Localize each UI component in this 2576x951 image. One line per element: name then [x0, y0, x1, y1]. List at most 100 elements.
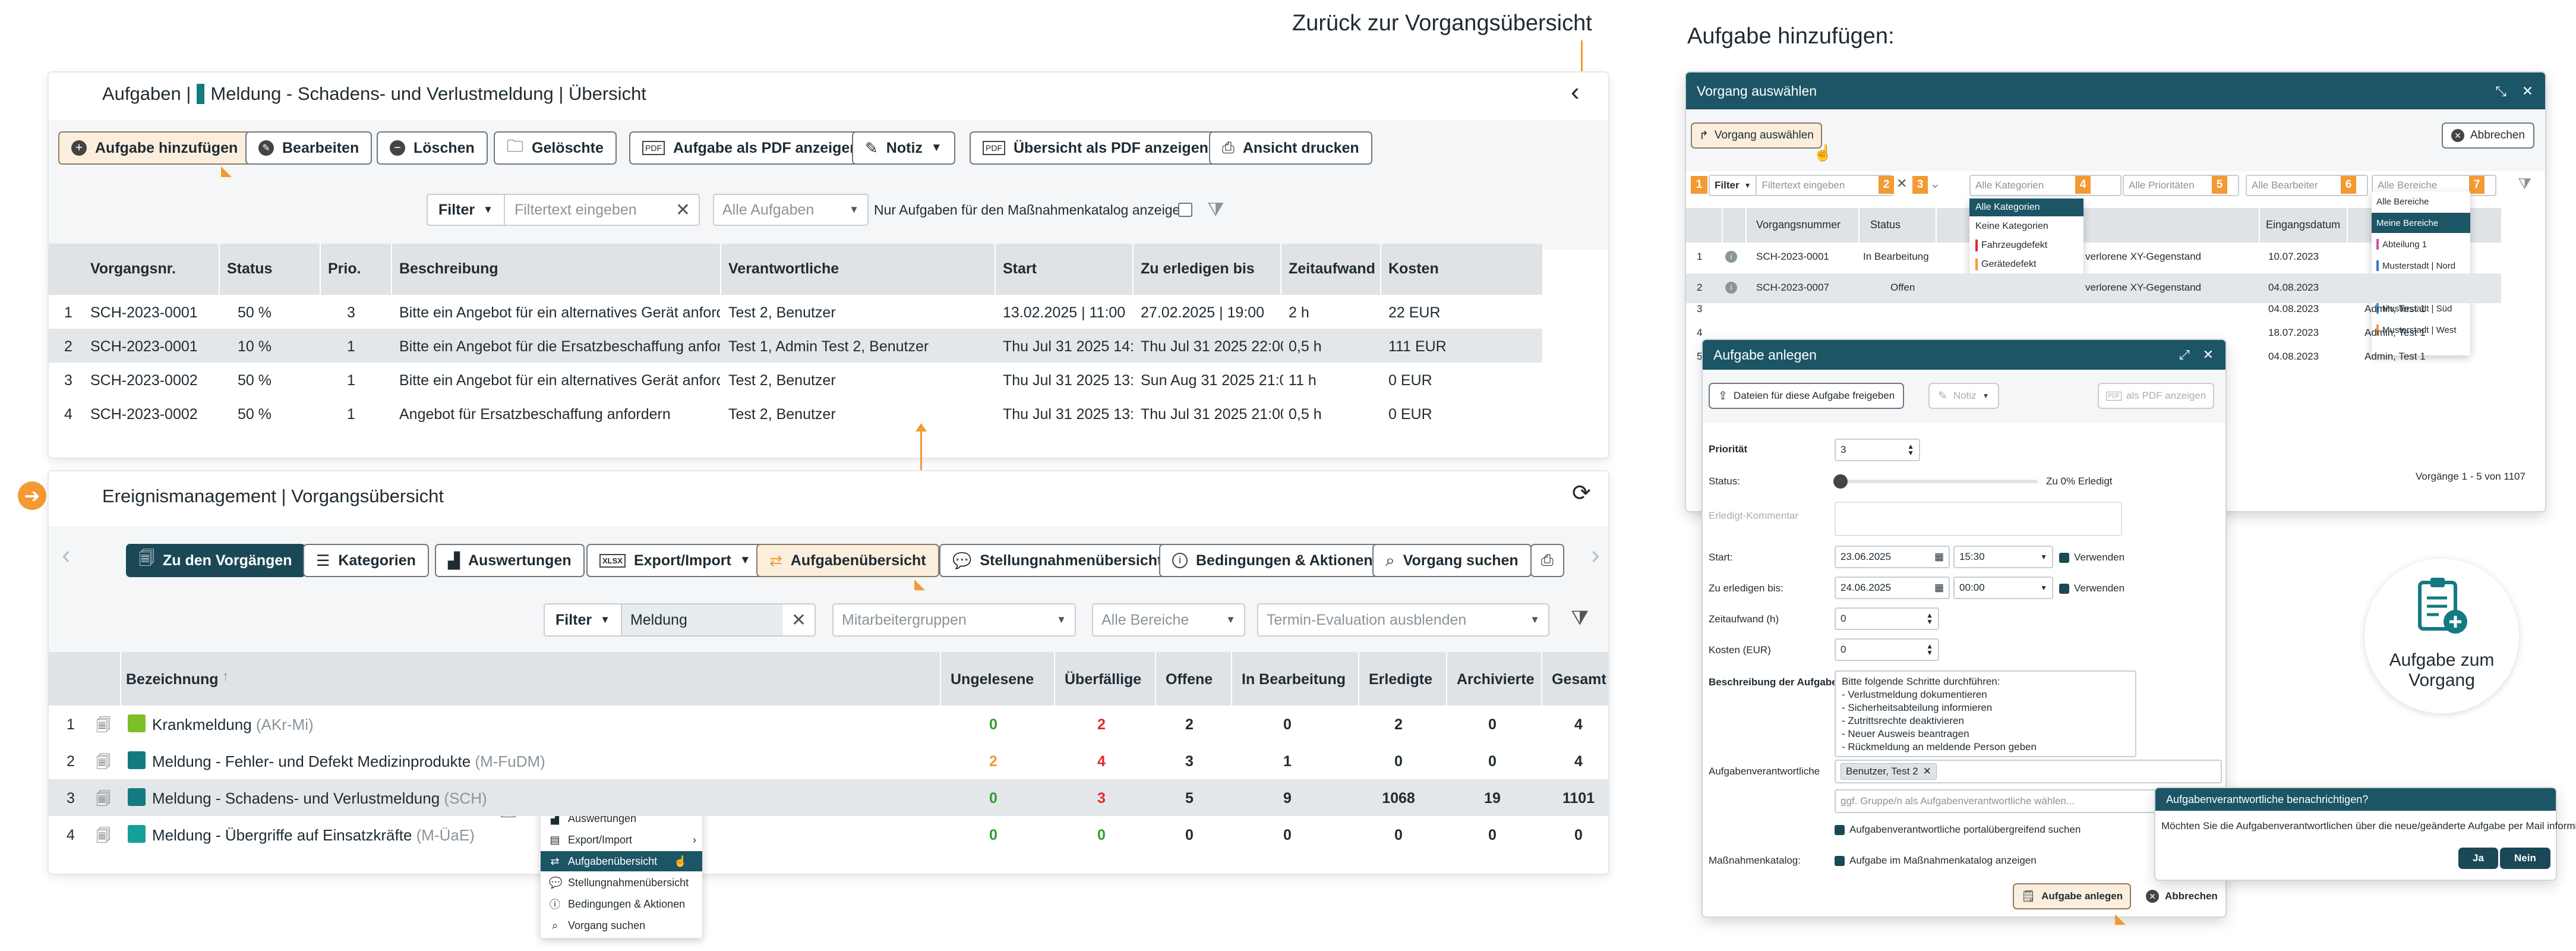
select-column-header[interactable]: Vorgangsnummer [1756, 219, 1841, 231]
events-column-header[interactable]: Erledigte [1369, 671, 1432, 688]
due-use-checkbox[interactable]: Verwenden [2059, 582, 2124, 594]
filter-reset-icon[interactable]: ⧩ [1571, 607, 1589, 630]
count-unread[interactable]: 0 [958, 790, 1029, 807]
status-slider-track[interactable] [1835, 480, 2038, 483]
events-column-header[interactable]: In Bearbeitung [1242, 671, 1346, 688]
maximize-icon[interactable]: ⤡ [2495, 83, 2506, 99]
task-pdf-button[interactable]: PDF Aufgabe als PDF anzeigen [629, 131, 872, 165]
edit-button[interactable]: ✎ Bearbeiten [245, 131, 372, 165]
create-task-button[interactable]: 🗒 Aufgabe anlegen [2013, 883, 2132, 909]
context-menu-item[interactable]: ⌕ Vorgang suchen [541, 915, 702, 936]
areas-select[interactable]: Alle Bereiche ▼ [1092, 603, 1245, 637]
document-icon[interactable]: 🗐 [96, 715, 111, 739]
context-menu-item[interactable]: ⓘ Bedingungen & Aktionen [541, 894, 702, 914]
select-column-header[interactable]: Status [1870, 219, 1901, 231]
count-arch[interactable]: 0 [1457, 753, 1528, 770]
employee-groups-select[interactable]: Mitarbeitergruppen ▼ [832, 603, 1076, 637]
count-unread[interactable]: 0 [958, 716, 1029, 733]
clear-icon[interactable]: ✕ [667, 200, 699, 221]
all-categories-select[interactable]: Alle Kategorien [1969, 175, 2122, 196]
select-filter-input[interactable]: Filter ▼ Filtertext eingeben [1709, 175, 1893, 196]
tasks-column-header[interactable]: Prio. [328, 260, 361, 278]
document-icon[interactable]: 🗐 [96, 752, 111, 776]
task-note-button[interactable]: ✎ Notiz ▼ [1928, 383, 1999, 409]
count-total[interactable]: 4 [1543, 716, 1614, 733]
select-cancel-button[interactable]: ✕ Abbrechen [2442, 122, 2534, 149]
filter-dropdown[interactable]: Filter ▼ [428, 195, 505, 225]
count-arch[interactable]: 0 [1457, 716, 1528, 733]
tasks-column-header[interactable]: Kosten [1388, 260, 1439, 278]
count-unread[interactable]: 0 [958, 827, 1029, 844]
search-case-button[interactable]: ⌕ Vorgang suchen [1372, 544, 1532, 577]
events-column-header[interactable]: Überfällige [1065, 671, 1141, 688]
tasks-column-header[interactable]: Verantwortliche [728, 260, 839, 278]
count-open[interactable]: 5 [1154, 790, 1225, 807]
print-icon-button[interactable]: ⎙ [1530, 544, 1564, 577]
count-done[interactable]: 2 [1363, 716, 1434, 733]
status-slider-handle[interactable] [1833, 474, 1848, 489]
calendar-icon[interactable]: ▦ [1934, 582, 1944, 594]
priority-stepper[interactable]: 3 ▲ ▼ [1835, 439, 1920, 461]
count-unread[interactable]: 2 [958, 753, 1029, 770]
clear-icon[interactable]: ✕ [783, 610, 815, 631]
count-overdue[interactable]: 3 [1066, 790, 1137, 807]
context-menu-item[interactable]: 💬 Stellungnahmenübersicht [541, 873, 702, 893]
resp-field[interactable]: Benutzer, Test 2 ✕ [1835, 760, 2222, 783]
count-overdue[interactable]: 4 [1066, 753, 1137, 770]
catalog-checkbox[interactable]: Aufgabe im Maßnahmenkatalog anzeigen [1835, 855, 2037, 867]
conditions-button[interactable]: i Bedingungen & Aktionen [1159, 544, 1386, 577]
document-icon[interactable]: 🗐 [96, 826, 111, 850]
count-total[interactable]: 1101 [1543, 790, 1614, 807]
category-name[interactable]: Krankmeldung (AKr-Mi) [152, 716, 314, 734]
count-arch[interactable]: 0 [1457, 827, 1528, 844]
category-name[interactable]: Meldung - Fehler- und Defekt Medizinprod… [152, 752, 545, 771]
category-name[interactable]: Meldung - Übergriffe auf Einsatzkräfte (… [152, 826, 475, 845]
filter-dropdown[interactable]: Filter ▼ [1710, 176, 1757, 195]
resp-tag[interactable]: Benutzer, Test 2 ✕ [1841, 763, 1937, 780]
filter-reset-icon[interactable]: ⧩ [1207, 199, 1224, 221]
events-column-header[interactable]: Archivierte [1457, 671, 1535, 688]
count-inprog[interactable]: 0 [1252, 827, 1323, 844]
refresh-icon[interactable]: ⟳ [1572, 480, 1591, 506]
tasks-filter-input[interactable]: Filter ▼ Filtertext eingeben ✕ [427, 194, 700, 226]
export-import-button[interactable]: XLSX Export/Import ▼ [586, 544, 764, 577]
count-open[interactable]: 2 [1154, 716, 1225, 733]
nav-arrow-right-icon[interactable]: ➔ [18, 481, 46, 510]
tasks-column-header[interactable]: Beschreibung [399, 260, 498, 278]
select-case-button[interactable]: ↱ Vorgang auswählen [1691, 122, 1822, 149]
document-icon[interactable]: 🗐 [96, 789, 111, 813]
count-total[interactable]: 4 [1543, 753, 1614, 770]
count-open[interactable]: 3 [1154, 753, 1225, 770]
events-column-header[interactable]: Offene [1166, 671, 1213, 688]
caret-down-icon[interactable]: ▼ [2040, 553, 2047, 561]
events-filter-input[interactable]: Filter ▼ Meldung ✕ [544, 603, 816, 637]
scroll-right-icon[interactable]: › [1591, 540, 1600, 570]
add-task-button[interactable]: + Aufgabe hinzufügen [58, 131, 251, 165]
done-comment-field[interactable] [1835, 502, 2122, 536]
close-icon[interactable]: ✕ [2522, 83, 2533, 99]
count-total[interactable]: 0 [1543, 827, 1614, 844]
tasks-column-header[interactable]: Zu erledigen bis [1141, 260, 1255, 278]
stepper-icon[interactable]: ▲ ▼ [1926, 612, 1933, 625]
statements-button[interactable]: 💬 Stellungnahmenübersicht [939, 544, 1176, 577]
note-button[interactable]: ✎ Notiz ▼ [852, 131, 955, 165]
stepper-icon[interactable]: ▲ ▼ [1926, 643, 1933, 656]
overview-pdf-button[interactable]: PDF Übersicht als PDF anzeigen [970, 131, 1221, 165]
select-column-header[interactable]: Eingangsdatum [2266, 219, 2340, 231]
deleted-button[interactable]: 🗀 Gelöschte [494, 131, 617, 165]
info-icon[interactable]: i [1725, 251, 1737, 263]
categories-button[interactable]: ☰ Kategorien [303, 544, 429, 577]
catalog-only-checkbox[interactable] [1178, 203, 1192, 217]
tasks-column-header[interactable]: Vorgangsnr. [90, 260, 176, 278]
start-use-checkbox[interactable]: Verwenden [2059, 552, 2124, 563]
scroll-left-icon[interactable]: ‹ [62, 540, 71, 570]
tasks-column-header[interactable]: Status [227, 260, 272, 278]
count-open[interactable]: 0 [1154, 827, 1225, 844]
maximize-icon[interactable]: ⤢ [2179, 347, 2190, 363]
tasks-column-header[interactable]: Start [1003, 260, 1037, 278]
stepper-icon[interactable]: ▲ ▼ [1907, 443, 1914, 456]
caret-down-icon[interactable]: ▼ [2040, 584, 2047, 592]
context-menu-item[interactable]: ⇄ Aufgabenübersicht ☝ [541, 851, 702, 871]
portal-search-checkbox[interactable]: Aufgabenverantwortliche portalübergreife… [1835, 824, 2081, 836]
start-date-field[interactable]: 23.06.2025 ▦ [1835, 546, 1950, 568]
